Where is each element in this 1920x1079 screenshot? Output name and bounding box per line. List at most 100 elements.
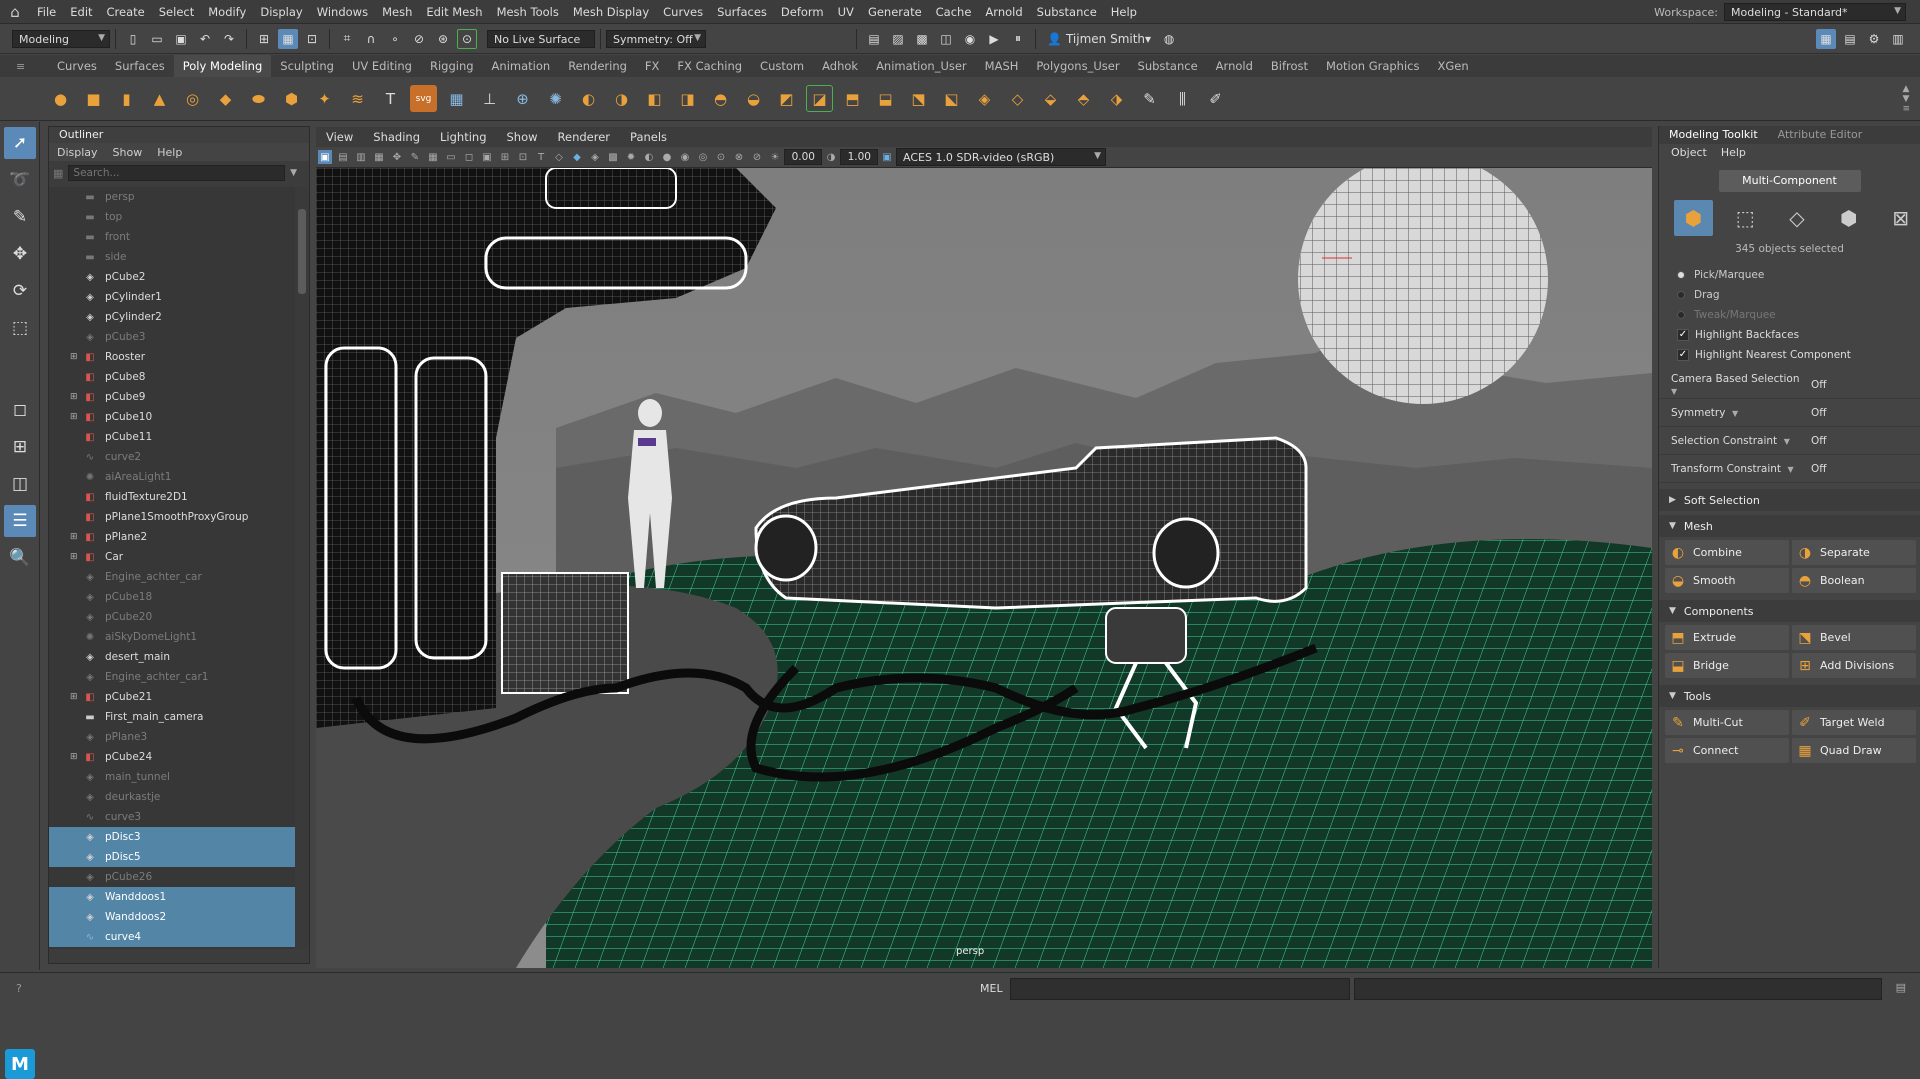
outliner-item[interactable]: ◈ main_tunnel <box>49 767 295 787</box>
fill-hole-icon[interactable]: ⬕ <box>938 85 965 112</box>
textured-icon[interactable]: ▩ <box>606 150 620 164</box>
outliner-item[interactable]: ◈ pCube20 <box>49 607 295 627</box>
make-live-icon[interactable]: ⊙ <box>457 28 477 49</box>
multi-cut-icon[interactable]: ✎ <box>1136 85 1163 112</box>
expand-icon[interactable]: ⊞ <box>70 692 80 702</box>
redo-icon[interactable]: ↷ <box>219 29 239 49</box>
outliner-item[interactable]: ◈ pCube18 <box>49 587 295 607</box>
chevron-down-icon[interactable]: ▼ <box>1785 465 1794 474</box>
mirror-icon[interactable]: ◪ <box>806 85 833 112</box>
resolution-gate-icon[interactable]: ◻ <box>462 150 476 164</box>
shadows-icon[interactable]: ◐ <box>642 150 656 164</box>
poly-cone-icon[interactable]: ▲ <box>146 85 173 112</box>
menu-arnold[interactable]: Arnold <box>978 0 1029 24</box>
multi-component-button[interactable]: Multi-Component <box>1718 170 1861 192</box>
globe-icon[interactable]: ◍ <box>1159 29 1179 49</box>
shelf-tab-custom[interactable]: Custom <box>751 55 813 77</box>
color-management-icon[interactable]: ▣ <box>880 150 894 164</box>
poly-cylinder-icon[interactable]: ▮ <box>113 85 140 112</box>
bookmark-icon[interactable]: ▥ <box>354 150 368 164</box>
two-view-layout-icon[interactable]: ◫ <box>4 468 36 500</box>
shelf-tab-rendering[interactable]: Rendering <box>559 55 636 77</box>
four-view-layout-icon[interactable]: ⊞ <box>4 431 36 463</box>
separate-button[interactable]: ◑ Separate <box>1792 540 1916 565</box>
section-header-components[interactable]: ▼ Components <box>1659 600 1920 622</box>
tab-modeling-toolkit[interactable]: Modeling Toolkit <box>1659 126 1768 144</box>
symmetry-dropdown[interactable]: Symmetry: Off ▼ <box>606 29 706 48</box>
outliner-item[interactable]: ▬ top <box>49 207 295 227</box>
expand-icon[interactable]: ⊞ <box>70 392 80 402</box>
quadrangulate-icon[interactable]: ◇ <box>1004 85 1031 112</box>
viewport-menu-view[interactable]: View <box>316 130 363 144</box>
viewport-3d[interactable]: persp <box>316 168 1652 968</box>
outliner-item[interactable]: ▬ persp <box>49 187 295 207</box>
outliner-item[interactable]: ⊞ ◧ pCube9 <box>49 387 295 407</box>
option-label[interactable]: Transform Constraint ▼ <box>1671 463 1811 475</box>
grease-pencil-icon[interactable]: ✎ <box>408 150 422 164</box>
smooth-icon[interactable]: ◒ <box>740 85 767 112</box>
bevel-icon[interactable]: ⬔ <box>905 85 932 112</box>
menu-mesh-tools[interactable]: Mesh Tools <box>490 0 566 24</box>
poly-cube-icon[interactable]: ■ <box>80 85 107 112</box>
viewport-menu-show[interactable]: Show <box>497 130 548 144</box>
menu-mesh-display[interactable]: Mesh Display <box>566 0 656 24</box>
outliner-item[interactable]: ◧ pPlane1SmoothProxyGroup <box>49 507 295 527</box>
anti-aliasing-icon[interactable]: ◎ <box>696 150 710 164</box>
outliner-item[interactable]: ◈ pDisc3 <box>49 827 295 847</box>
measure-icon[interactable]: ⊕ <box>509 85 536 112</box>
lasso-tool-icon[interactable]: ➰ <box>4 164 36 196</box>
save-scene-icon[interactable]: ▣ <box>171 29 191 49</box>
outliner-item[interactable]: ◈ Engine_achter_car <box>49 567 295 587</box>
home-icon[interactable]: ⌂ <box>0 3 30 21</box>
shelf-tab-motion-graphics[interactable]: Motion Graphics <box>1317 55 1428 77</box>
expand-icon[interactable]: ⊞ <box>70 752 80 762</box>
channel-box-toggle-icon[interactable]: ▥ <box>1888 29 1908 49</box>
single-perspective-layout-icon[interactable]: ◻ <box>4 394 36 426</box>
scale-tool-icon[interactable]: ⬚ <box>4 312 36 344</box>
paint-select-tool-icon[interactable]: ✎ <box>4 201 36 233</box>
exposure-icon[interactable]: ☀ <box>768 150 782 164</box>
outliner-item[interactable]: ◈ desert_main <box>49 647 295 667</box>
select-tool-icon[interactable]: ➚ <box>4 127 36 159</box>
modeling-toolkit-toggle-icon[interactable]: ▦ <box>1816 28 1836 49</box>
menu-generate[interactable]: Generate <box>861 0 929 24</box>
arnold-render-icon[interactable]: ▶ <box>984 29 1004 49</box>
outliner-item[interactable]: ⊞ ◧ pCube21 <box>49 687 295 707</box>
outliner-item[interactable]: ▬ front <box>49 227 295 247</box>
option-label[interactable]: Camera Based Selection ▼ <box>1671 373 1811 397</box>
outliner-item[interactable]: ◧ pCube11 <box>49 427 295 447</box>
mel-label[interactable]: MEL <box>980 982 1003 995</box>
menu-surfaces[interactable]: Surfaces <box>710 0 774 24</box>
wireframe-icon[interactable]: ◇ <box>552 150 566 164</box>
snap-align-icon[interactable]: ⊥ <box>476 85 503 112</box>
svg-icon[interactable]: svg <box>410 85 437 112</box>
outliner-menu-display[interactable]: Display <box>57 146 98 159</box>
wedge-icon[interactable]: ⬙ <box>1037 85 1064 112</box>
outliner-item[interactable]: ◈ pCylinder2 <box>49 307 295 327</box>
menu-windows[interactable]: Windows <box>310 0 375 24</box>
outliner-item[interactable]: ⊞ ◧ Rooster <box>49 347 295 367</box>
snap-curve-icon[interactable]: ∩ <box>361 29 381 49</box>
poke-icon[interactable]: ⬘ <box>1070 85 1097 112</box>
boolean-button[interactable]: ◓ Boolean <box>1792 568 1916 593</box>
shelf-tab-uv-editing[interactable]: UV Editing <box>343 55 421 77</box>
outliner-scrollbar[interactable] <box>295 187 309 949</box>
menu-substance[interactable]: Substance <box>1030 0 1104 24</box>
safe-action-icon[interactable]: ⊡ <box>516 150 530 164</box>
option-label[interactable]: Symmetry ▼ <box>1671 407 1811 419</box>
outliner-item[interactable]: ◈ pDisc5 <box>49 847 295 867</box>
quad-draw-button[interactable]: ▦ Quad Draw <box>1792 738 1916 763</box>
shelf-tab-poly-modeling[interactable]: Poly Modeling <box>173 55 272 77</box>
sculpt-icon[interactable]: ✺ <box>542 85 569 112</box>
shelf-tab-adhok[interactable]: Adhok <box>813 55 867 77</box>
outliner-item[interactable]: ⊞ ◧ pPlane2 <box>49 527 295 547</box>
outliner-item[interactable]: ✺ aiAreaLight1 <box>49 467 295 487</box>
menu-file[interactable]: File <box>30 0 63 24</box>
menu-mesh[interactable]: Mesh <box>375 0 419 24</box>
move-tool-icon[interactable]: ✥ <box>4 238 36 270</box>
ipr-render-icon[interactable]: ▩ <box>912 29 932 49</box>
snap-view-icon[interactable]: ⊘ <box>409 29 429 49</box>
boolean-diff-icon[interactable]: ◓ <box>707 85 734 112</box>
tweak-marquee-radio[interactable]: Tweak/Marquee <box>1677 305 1920 325</box>
gate-mask-icon[interactable]: ▣ <box>480 150 494 164</box>
